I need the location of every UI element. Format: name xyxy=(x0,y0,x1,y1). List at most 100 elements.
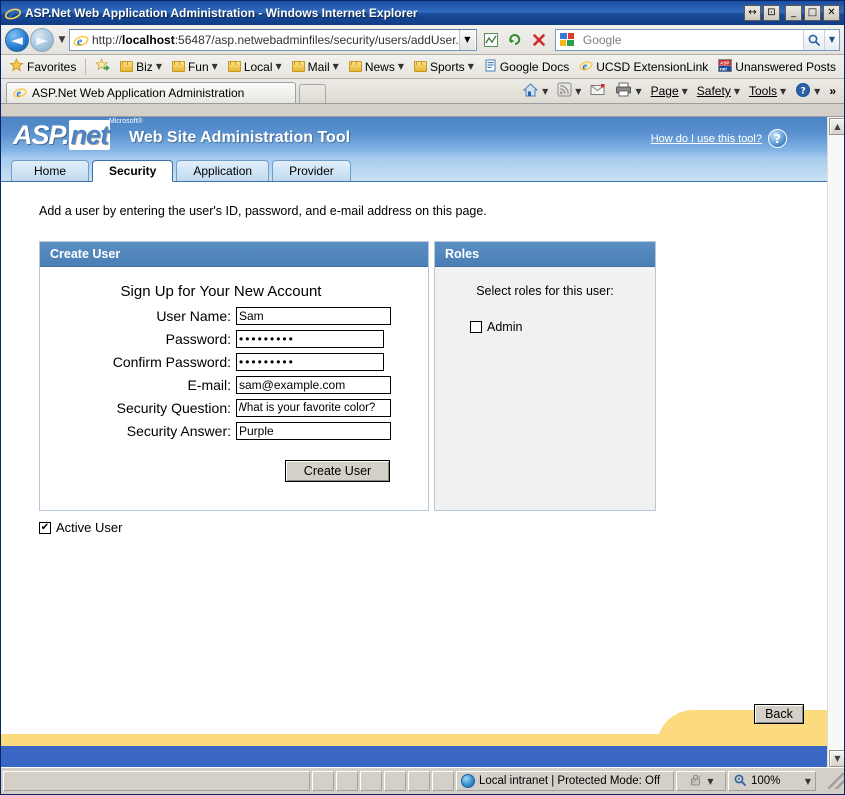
confirm-password-label: Confirm Password: xyxy=(112,354,231,370)
create-user-button[interactable]: Create User xyxy=(285,460,390,482)
tab-provider[interactable]: Provider xyxy=(272,160,351,181)
add-to-favorites-bar-button[interactable] xyxy=(91,57,114,76)
new-tab-button[interactable] xyxy=(299,84,326,103)
resize-grip[interactable] xyxy=(828,773,844,789)
browser-tab-active[interactable]: e ASP.Net Web Application Administration xyxy=(6,82,296,103)
maximize-button[interactable]: □ xyxy=(804,5,821,21)
tools-menu[interactable]: Tools ▼ xyxy=(745,81,790,102)
svg-text:e: e xyxy=(77,34,83,48)
back-button[interactable]: ◄ xyxy=(5,27,29,52)
favorites-item-label: Local xyxy=(243,59,273,74)
active-user-checkbox[interactable]: ✔ xyxy=(39,521,51,534)
scroll-up-button[interactable]: ▲ xyxy=(829,118,844,135)
active-user-row[interactable]: ✔ Active User xyxy=(39,520,827,535)
tab-security[interactable]: Security xyxy=(92,160,174,182)
help-question-icon[interactable]: ? xyxy=(768,129,787,148)
safety-menu[interactable]: Safety ▼ xyxy=(693,81,744,102)
back-button[interactable]: Back xyxy=(754,704,804,724)
tab-home[interactable]: Home xyxy=(11,160,89,181)
address-bar[interactable]: e http://localhost:56487/asp.netwebadmin… xyxy=(69,28,477,51)
favorites-folder-sports[interactable]: Sports ▼ xyxy=(410,59,478,75)
security-zone-panel[interactable]: Local intranet | Protected Mode: Off xyxy=(456,771,674,791)
search-input[interactable]: Google xyxy=(579,33,803,47)
help-menu[interactable]: ? ▼ xyxy=(791,81,824,102)
status-bar: Local intranet | Protected Mode: Off ▼ 1… xyxy=(1,767,844,794)
zoom-panel[interactable]: 100% ▼ xyxy=(728,771,816,791)
close-button[interactable]: ✕ xyxy=(823,5,840,21)
protected-mode-panel[interactable]: ▼ xyxy=(676,771,726,791)
chevron-down-icon: ▼ xyxy=(467,62,474,71)
chevron-down-icon: ▼ xyxy=(681,86,688,96)
favorites-folder-news[interactable]: News ▼ xyxy=(345,59,408,75)
logo-asp: ASP xyxy=(13,120,63,150)
address-dropdown-caret-icon[interactable]: ▼ xyxy=(458,29,475,50)
favorites-button[interactable]: Favorites xyxy=(5,57,80,76)
stop-button[interactable] xyxy=(528,28,551,51)
folder-icon xyxy=(171,61,185,72)
security-answer-input[interactable] xyxy=(236,422,391,440)
favorites-item-label: Biz xyxy=(136,59,153,74)
role-checkbox-row-admin[interactable]: Admin xyxy=(435,298,655,334)
password-input[interactable] xyxy=(236,330,384,348)
favorites-item-label: UCSD ExtensionLink xyxy=(596,59,709,74)
tab-application[interactable]: Application xyxy=(176,160,270,181)
feeds-button[interactable]: ▼ xyxy=(553,81,585,102)
refresh-button[interactable] xyxy=(504,28,527,51)
help-icon: ? xyxy=(795,82,811,101)
tools-menu-label: Tools xyxy=(748,84,777,98)
roles-subtitle: Select roles for this user: xyxy=(476,284,614,298)
favorites-folder-fun[interactable]: Fun ▼ xyxy=(168,59,222,75)
favorites-folder-biz[interactable]: Biz ▼ xyxy=(116,59,166,75)
restore-window-button[interactable]: ⊡ xyxy=(763,5,780,21)
how-do-i-use-this-tool-link[interactable]: How do I use this tool? xyxy=(651,133,762,145)
minimize-button[interactable]: _ xyxy=(785,5,802,21)
favorites-separator xyxy=(85,58,87,75)
svg-text:?: ? xyxy=(801,86,806,96)
folder-icon xyxy=(120,61,134,72)
browser-window: e ASP.Net Web Application Administration… xyxy=(0,0,845,795)
url-host: localhost xyxy=(122,32,175,47)
chevron-down-icon: ▼ xyxy=(575,86,582,96)
recent-pages-caret-icon[interactable]: ▼ xyxy=(55,35,69,45)
compatibility-view-button[interactable] xyxy=(480,28,503,51)
favorites-link-google-docs[interactable]: Google Docs xyxy=(480,58,573,76)
address-url[interactable]: http://localhost:56487/asp.netwebadminfi… xyxy=(92,33,459,47)
home-button[interactable]: ▼ xyxy=(518,81,552,102)
tab-label: Security xyxy=(109,164,157,178)
print-button[interactable]: ▼ xyxy=(611,81,645,102)
folder-icon xyxy=(227,61,241,72)
page-content: Add a user by entering the user's ID, pa… xyxy=(1,182,827,712)
status-slot-1 xyxy=(312,771,334,791)
page-menu[interactable]: Page ▼ xyxy=(647,81,692,102)
status-message-panel xyxy=(3,771,310,791)
page-vertical-scrollbar[interactable]: ▲ ▼ xyxy=(827,117,844,768)
svg-text:ASP: ASP xyxy=(720,60,729,65)
status-slot-2 xyxy=(336,771,358,791)
url-scheme: http:// xyxy=(92,32,123,47)
security-zone-label: Local intranet | Protected Mode: Off xyxy=(479,775,661,787)
email-input[interactable] xyxy=(236,376,391,394)
forward-button[interactable]: ► xyxy=(30,27,54,52)
role-admin-checkbox[interactable] xyxy=(470,321,482,333)
chevron-down-icon: ▼ xyxy=(814,86,821,96)
internet-explorer-icon: e xyxy=(4,5,22,21)
confirm-password-input[interactable] xyxy=(236,353,384,371)
read-mail-button[interactable] xyxy=(586,81,610,102)
favorites-folder-local[interactable]: Local ▼ xyxy=(224,59,286,75)
security-question-input[interactable] xyxy=(236,399,391,417)
restore-split-button[interactable]: ↔ xyxy=(744,5,761,21)
internet-explorer-icon: e xyxy=(579,58,593,75)
search-dropdown-caret-icon[interactable]: ▼ xyxy=(824,29,839,50)
printer-icon xyxy=(615,82,632,100)
search-go-icon[interactable] xyxy=(803,29,824,50)
favorites-link-unanswered-posts[interactable]: ASP net Unanswered Posts xyxy=(714,58,840,76)
command-bar: ▼ ▼ ▼ Page ▼ Safety ▼ Tools ▼ ? ▼ » xyxy=(518,79,844,103)
user-name-input[interactable] xyxy=(236,307,391,325)
favorites-folder-mail[interactable]: Mail ▼ xyxy=(288,59,343,75)
aspnet-icon: ASP net xyxy=(718,58,733,75)
search-box[interactable]: Google ▼ xyxy=(554,28,840,51)
favorites-link-ucsd-extensionlink[interactable]: e UCSD ExtensionLink xyxy=(575,57,712,76)
favorites-item-label: Unanswered Posts xyxy=(735,59,836,74)
command-bar-overflow-button[interactable]: » xyxy=(825,81,840,102)
scroll-down-button[interactable]: ▼ xyxy=(829,750,844,767)
